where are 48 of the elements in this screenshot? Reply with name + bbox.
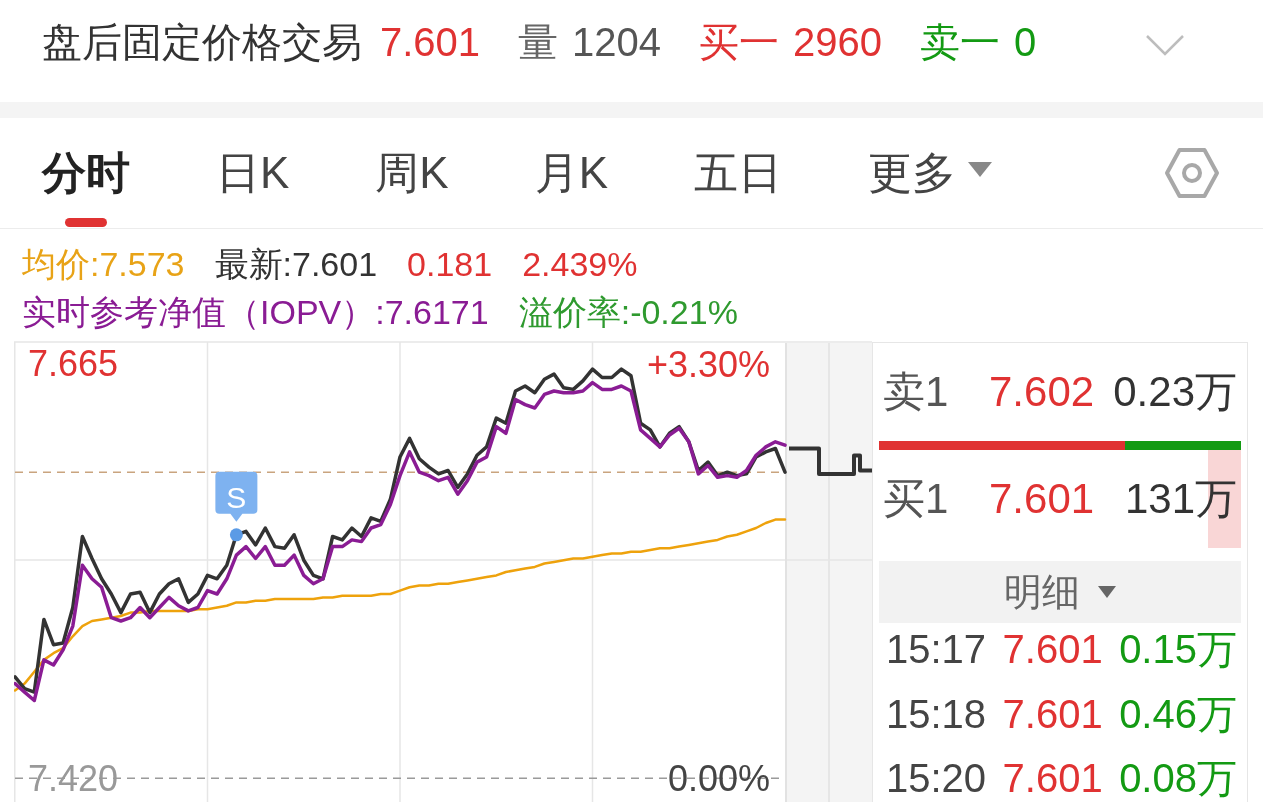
trade-price: 7.601 [1002, 626, 1103, 673]
trade-price: 7.601 [1002, 690, 1103, 738]
order-price: 7.601 [989, 475, 1095, 523]
axis-label: +3.30% [646, 344, 770, 386]
caret-icon [968, 162, 993, 178]
tab[interactable]: 五日 [694, 118, 783, 228]
quote-stat: 2.439% [522, 244, 638, 285]
expand-button[interactable] [1143, 32, 1187, 58]
caret-icon [1098, 586, 1116, 598]
order-label: 买1 [883, 474, 950, 524]
order-volume: 131万 [1124, 474, 1237, 524]
trade-time: 15:17 [886, 626, 987, 673]
tab[interactable]: 月K [534, 118, 609, 228]
axis-label: 7.665 [28, 343, 119, 385]
trade-volume: 0.08万 [1119, 755, 1237, 802]
trade-volume: 0.46万 [1119, 690, 1237, 738]
trade-price: 7.601 [1002, 755, 1103, 802]
order-volume: 0.23万 [1113, 367, 1237, 417]
field-value: 0 [1014, 19, 1037, 66]
axis-label: 0.00% [667, 757, 770, 799]
field-value: 2960 [793, 19, 883, 66]
marker-dot-icon [229, 528, 243, 542]
trade-volume: 0.15万 [1119, 626, 1237, 673]
trade-time: 15:18 [886, 690, 987, 738]
order-label: 卖1 [883, 367, 950, 417]
chevron-down-icon [1145, 34, 1185, 56]
tab[interactable]: 周K [375, 118, 449, 228]
settings-button[interactable] [1164, 145, 1220, 201]
field-label: 买一 [699, 19, 780, 66]
field-label: 量 [518, 19, 559, 66]
quote-stat: 0.181 [407, 244, 493, 285]
field-label: 卖一 [920, 19, 1001, 66]
detail-button[interactable]: 明细 [879, 561, 1241, 623]
settings-icon [1164, 145, 1220, 201]
tab[interactable]: 分时 [42, 118, 130, 228]
trade-time: 15:20 [886, 755, 987, 802]
quote-title: 盘后固定价格交易 [42, 19, 362, 66]
tab[interactable]: 日K [216, 118, 290, 228]
quote-stat: 最新:7.601 [214, 244, 378, 285]
quote-stat: 实时参考净值（IOPV）:7.6171 [22, 292, 489, 333]
field-value: 1204 [572, 19, 662, 66]
marker-tag: S [215, 471, 258, 522]
quote-stat: 溢价率:-0.21% [518, 292, 738, 333]
quote-stat: 均价:7.573 [22, 244, 185, 285]
order-price: 7.602 [989, 368, 1095, 416]
quote-price: 7.601 [380, 19, 481, 66]
tab[interactable]: 更多 [868, 118, 993, 228]
axis-label: 7.420 [28, 757, 119, 799]
